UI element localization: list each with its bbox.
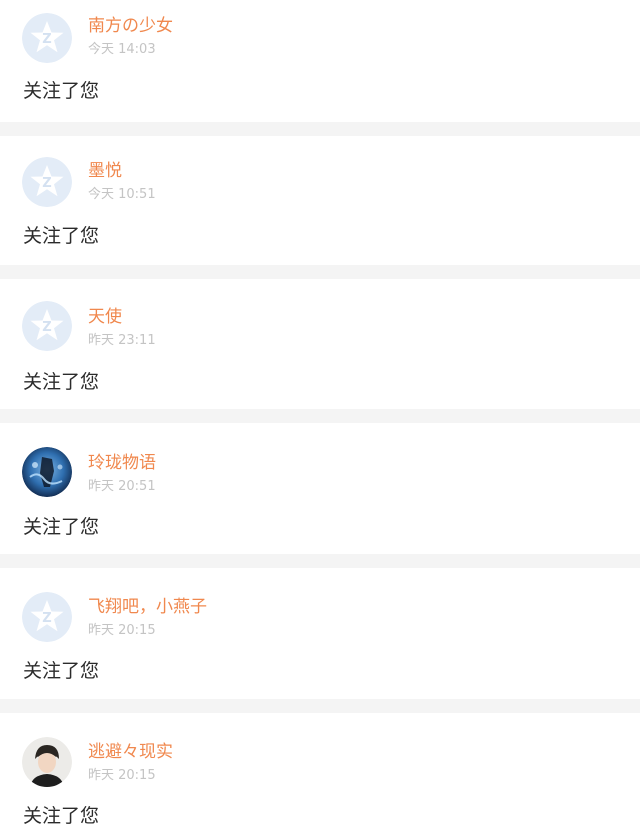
timestamp: 昨天 20:15 (88, 623, 156, 638)
username-link[interactable]: 天使 (88, 306, 122, 328)
separator (0, 409, 640, 423)
timestamp: 今天 14:03 (88, 42, 156, 57)
notification-message: 关注了您 (23, 516, 100, 538)
svg-text:Z: Z (42, 176, 51, 191)
default-avatar-icon[interactable]: Z (22, 13, 72, 63)
notification-item[interactable]: 玲珑物语 昨天 20:51 关注了您 (0, 423, 640, 545)
separator (0, 699, 640, 713)
username-link[interactable]: 飞翔吧，小燕子 (88, 596, 207, 618)
follow-notification-feed: Z 南方の少女 今天 14:03 关注了您 Z 墨悦 今天 10:51 关注了您… (0, 0, 640, 836)
timestamp: 今天 10:51 (88, 187, 156, 202)
separator (0, 122, 640, 136)
notification-item[interactable]: Z 天使 昨天 23:11 关注了您 (0, 279, 640, 401)
default-avatar-icon[interactable]: Z (22, 592, 72, 642)
user-photo-avatar[interactable] (22, 737, 72, 787)
username-link[interactable]: 逃避々现实 (88, 741, 173, 763)
separator (0, 265, 640, 279)
notification-message: 关注了您 (23, 371, 100, 393)
notification-message: 关注了您 (23, 660, 100, 682)
default-avatar-icon[interactable]: Z (22, 157, 72, 207)
username-link[interactable]: 玲珑物语 (88, 452, 156, 474)
svg-text:Z: Z (42, 611, 51, 626)
notification-message: 关注了您 (23, 80, 100, 102)
notification-message: 关注了您 (23, 225, 100, 247)
separator (0, 554, 640, 568)
svg-text:Z: Z (42, 32, 51, 47)
timestamp: 昨天 23:11 (88, 333, 156, 348)
timestamp: 昨天 20:15 (88, 768, 156, 783)
notification-item[interactable]: Z 墨悦 今天 10:51 关注了您 (0, 136, 640, 258)
notification-item[interactable]: Z 南方の少女 今天 14:03 关注了您 (0, 0, 640, 122)
notification-item[interactable]: 逃避々现实 昨天 20:15 关注了您 (0, 713, 640, 836)
default-avatar-icon[interactable]: Z (22, 301, 72, 351)
notification-item[interactable]: Z 飞翔吧，小燕子 昨天 20:15 关注了您 (0, 568, 640, 690)
timestamp: 昨天 20:51 (88, 479, 156, 494)
notification-message: 关注了您 (23, 805, 100, 827)
svg-text:Z: Z (42, 320, 51, 335)
username-link[interactable]: 墨悦 (88, 160, 122, 182)
username-link[interactable]: 南方の少女 (88, 15, 173, 37)
user-photo-avatar[interactable] (22, 447, 72, 497)
